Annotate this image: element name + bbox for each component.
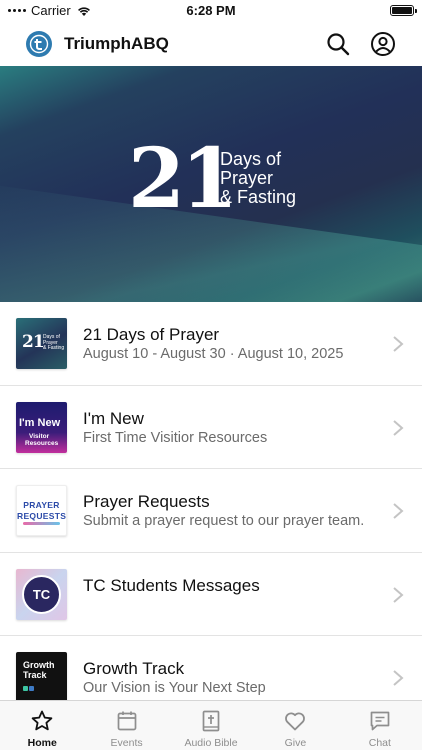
app-logo[interactable] xyxy=(26,31,52,57)
tab-audio-bible[interactable]: Audio Bible xyxy=(169,701,253,750)
bible-icon xyxy=(202,710,220,732)
thumb-im-new: I'm New Visitor Resources xyxy=(16,401,67,453)
heart-icon xyxy=(285,712,306,731)
search-icon[interactable] xyxy=(326,32,350,56)
chevron-right-icon xyxy=(393,586,404,603)
thumb-prayer-requests: PRAYER REQUESTS xyxy=(16,485,67,536)
list-item-prayer-requests[interactable]: PRAYER REQUESTS Prayer Requests Submit a… xyxy=(0,469,422,553)
list-item-21-days[interactable]: 21 Days of Prayer & Fasting 21 Days of P… xyxy=(0,302,422,386)
thumb-21-small-3: & Fasting xyxy=(43,345,65,351)
tab-events[interactable]: Events xyxy=(84,701,168,750)
star-icon xyxy=(31,710,53,731)
list-item-subtitle: August 10 - August 30 · August 10, 2025 xyxy=(83,346,344,362)
battery-icon xyxy=(390,5,417,16)
thumb-growth-dot-1 xyxy=(23,686,28,691)
thumb-21-days: 21 Days of Prayer & Fasting xyxy=(16,318,67,369)
chat-icon xyxy=(370,711,390,731)
chevron-right-icon xyxy=(393,503,404,519)
list-item-title: I'm New xyxy=(83,408,144,428)
tab-label: Home xyxy=(27,737,57,749)
thumb-21-words: Days of Prayer & Fasting xyxy=(43,334,65,352)
hero-line-2: Prayer xyxy=(220,168,274,188)
status-time: 6:28 PM xyxy=(186,3,236,18)
logo-icon xyxy=(27,32,51,56)
hero-number: 21 xyxy=(128,131,238,227)
thumb-tc-line-1: TC xyxy=(32,586,51,602)
chevron-right-icon xyxy=(393,419,404,436)
thumb-tc-students: TC xyxy=(16,568,67,620)
hero-words: Days of Prayer & Fasting xyxy=(220,150,296,207)
tab-chat[interactable]: Chat xyxy=(338,701,422,750)
hero-line-1: Days of xyxy=(220,149,282,169)
list-item-title: TC Students Messages xyxy=(83,575,260,595)
list-item-title: Prayer Requests xyxy=(83,492,210,511)
thumb-21-big: 21 xyxy=(22,332,45,352)
content-list: 21 Days of Prayer & Fasting 21 Days of P… xyxy=(0,302,422,720)
list-item-subtitle: Our Vision is Your Next Step xyxy=(83,680,266,696)
app-title: TriumphABQ xyxy=(64,34,169,53)
list-item-subtitle: First Time Visitior Resources xyxy=(83,429,268,446)
list-item-subtitle: Submit a prayer request to our prayer te… xyxy=(83,513,365,529)
hero-banner[interactable]: 21 Days of Prayer & Fasting xyxy=(0,66,422,302)
thumb-prayer-line-2: REQUESTS xyxy=(17,511,67,521)
tab-label: Chat xyxy=(368,737,391,749)
tab-label: Give xyxy=(284,737,307,749)
tab-label: Events xyxy=(110,737,143,749)
thumb-prayer-line-1: PRAYER xyxy=(23,500,60,510)
list-item-tc-students[interactable]: TC TC Students Messages xyxy=(0,553,422,636)
status-bar: Carrier 6:28 PM xyxy=(0,0,422,22)
thumb-im-new-line-3: Resources xyxy=(25,439,59,447)
list-item-im-new[interactable]: I'm New Visitor Resources I'm New First … xyxy=(0,386,422,469)
nav-bar: TriumphABQ xyxy=(0,22,422,66)
thumb-growth-line-1: Growth xyxy=(23,660,55,670)
list-item-title: 21 Days of Prayer xyxy=(83,325,220,344)
hero-line-3: & Fasting xyxy=(220,187,297,207)
tab-bar: Home Events Audio Bible Give Chat xyxy=(0,700,422,750)
profile-icon[interactable] xyxy=(370,31,396,57)
tab-label: Audio Bible xyxy=(184,737,238,749)
thumb-growth-line-2: Track xyxy=(23,670,47,680)
thumb-tc-badge: TC xyxy=(22,574,61,614)
tab-give[interactable]: Give xyxy=(253,701,337,750)
thumb-im-new-line-2: Visitor xyxy=(29,432,50,440)
thumb-growth-track: Growth Track xyxy=(16,652,67,703)
list-item-title: Growth Track xyxy=(83,659,185,678)
tab-home[interactable]: Home xyxy=(0,701,84,750)
thumb-growth-dot-2 xyxy=(29,686,34,691)
chevron-right-icon xyxy=(393,670,404,686)
calendar-icon xyxy=(117,711,136,731)
chevron-right-icon xyxy=(393,336,404,352)
thumb-im-new-line-1: I'm New xyxy=(19,416,61,429)
thumb-prayer-accent xyxy=(23,522,60,525)
